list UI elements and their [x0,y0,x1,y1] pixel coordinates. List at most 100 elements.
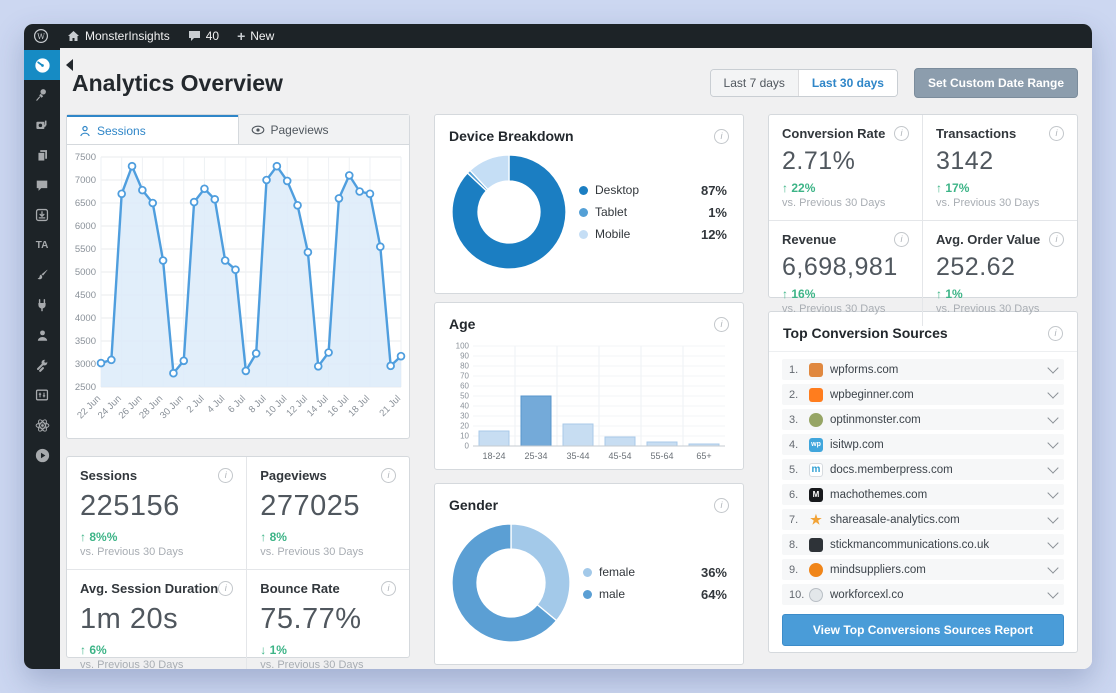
sidebar-item-media[interactable] [24,110,60,140]
source-rank: 10. [789,588,805,601]
tab-pageviews[interactable]: Pageviews [237,115,409,144]
chevron-down-icon[interactable] [1047,561,1059,574]
svg-text:50: 50 [460,392,469,401]
info-icon[interactable]: i [381,581,396,596]
svg-text:10: 10 [460,432,469,441]
gender-legend-item: male 64% [583,587,727,602]
sidebar-item-plugins[interactable] [24,290,60,320]
tab-sessions[interactable]: Sessions [67,115,238,144]
sidebar-item-forms[interactable] [24,380,60,410]
sidebar-item-atom[interactable] [24,410,60,440]
source-row-mindsuppliers-com[interactable]: 9. mindsuppliers.com [782,559,1064,580]
info-icon[interactable]: i [218,468,234,483]
source-row-machothemes-com[interactable]: 6. Mmachothemes.com [782,484,1064,505]
compare-label: vs. Previous 30 Days [936,197,1040,209]
delta-up-arrow-icon: ↑ [260,530,270,544]
svg-text:5000: 5000 [75,267,96,278]
settings-box-icon [35,389,49,401]
source-row-workforcexl-co[interactable]: 10. workforcexl.co [782,584,1064,605]
sidebar-item-users[interactable] [24,320,60,350]
view-top-conversions-report-button[interactable]: View Top Conversions Sources Report [782,614,1064,646]
last-30-days-button[interactable]: Last 30 days [798,70,897,96]
sidebar-item-pages[interactable] [24,140,60,170]
info-icon[interactable]: i [218,581,234,596]
chevron-down-icon[interactable] [1047,486,1059,499]
plug-icon [38,299,46,312]
mobile-color-dot [579,229,588,239]
metric-delta: ↑ 8% [260,530,396,544]
wrench-icon [36,359,48,372]
main-content: Analytics Overview Last 7 days Last 30 d… [60,48,1092,669]
delta-up-arrow-icon: ↑ [936,287,946,301]
source-row-shareasale-analytics-com[interactable]: 7. ★ shareasale-analytics.com [782,509,1064,530]
comments-menu[interactable]: 40 [179,24,228,48]
age-panel: Age i 0 10 20 30 40 50 60 70 80 90 100 18-24 25-34 35… [434,302,744,470]
last-7-days-button[interactable]: Last 7 days [710,70,799,96]
chevron-down-icon[interactable] [1047,511,1059,524]
gender-legend: female 36% male 64% [583,558,727,609]
source-rank: 6. [789,488,799,501]
sidebar-item-video[interactable] [24,440,60,470]
sidebar-item-downloads[interactable] [24,200,60,230]
chevron-down-icon[interactable] [1047,386,1059,399]
sidebar-item-dashboard[interactable] [24,50,73,80]
delta-up-arrow-icon: ↑ [80,530,90,544]
age-title: Age [449,316,476,332]
info-icon[interactable]: i [714,316,729,332]
tablet-label: Tablet [595,205,628,219]
source-rank: 9. [789,563,799,576]
info-icon[interactable]: i [1048,325,1063,341]
delta-value: 1% [269,643,287,657]
metric-delta: ↑ 8%% [80,530,233,544]
chevron-down-icon[interactable] [1047,461,1059,474]
svg-text:55-64: 55-64 [650,451,673,461]
pushpin-icon [36,89,46,101]
svg-text:30: 30 [460,412,469,421]
delta-value: 22% [791,181,816,195]
chevron-down-icon[interactable] [1047,361,1059,374]
site-menu[interactable]: MonsterInsights [58,24,179,48]
info-icon[interactable]: i [1049,126,1064,141]
source-domain: shareasale-analytics.com [830,513,960,526]
source-row-wpbeginner-com[interactable]: 2. wpbeginner.com [782,384,1064,405]
info-icon[interactable]: i [1049,232,1064,247]
chevron-down-icon[interactable] [1047,586,1059,599]
male-value: 64% [700,586,727,602]
chevron-down-icon[interactable] [1047,411,1059,424]
chevron-down-icon[interactable] [1047,536,1059,549]
metric-delta: ↑ 6% [80,643,233,657]
info-icon[interactable]: i [894,126,909,141]
source-row-isitwp-com[interactable]: 4. wp isitwp.com [782,434,1064,455]
svg-text:7000: 7000 [75,175,96,186]
device-legend-item: Mobile 12% [579,227,727,242]
sidebar-item-ta[interactable]: TA [24,230,60,260]
source-domain: mindsuppliers.com [830,563,926,576]
sidebar-item-appearance[interactable] [24,260,60,290]
source-row-wpforms-com[interactable]: 1. wpforms.com [782,359,1064,380]
info-icon[interactable]: i [381,468,396,483]
sidebar-item-tools[interactable] [24,350,60,380]
mobile-label: Mobile [595,227,631,241]
sidebar-item-posts[interactable] [24,80,60,110]
source-row-optinmonster-com[interactable]: 3. optinmonster.com [782,409,1064,430]
source-row-docs-memberpress-com[interactable]: 5. m docs.memberpress.com [782,459,1064,480]
set-custom-date-range-button[interactable]: Set Custom Date Range [913,68,1078,98]
info-icon[interactable]: i [894,232,909,247]
wordpress-logo-icon[interactable]: W [24,24,58,48]
device-breakdown-title: Device Breakdown [449,128,574,144]
svg-text:45-54: 45-54 [608,451,631,461]
source-domain: wpbeginner.com [830,388,914,401]
chevron-down-icon[interactable] [1047,436,1059,449]
source-domain: optinmonster.com [830,413,921,426]
info-icon[interactable]: i [714,128,729,144]
tab-pageviews-label: Pageviews [270,122,329,137]
info-icon[interactable]: i [714,497,729,513]
sidebar-item-comments[interactable] [24,170,60,200]
source-rank: 2. [789,388,799,401]
source-row-stickmancommunications-co-uk[interactable]: 8. stickmancommunications.co.uk [782,534,1064,555]
download-tray-icon [35,208,49,222]
svg-text:70: 70 [460,372,469,381]
metric-title: Transactions [936,126,1017,141]
new-content-menu[interactable]: + New [228,24,283,48]
metric-value: 75.77% [260,603,362,635]
